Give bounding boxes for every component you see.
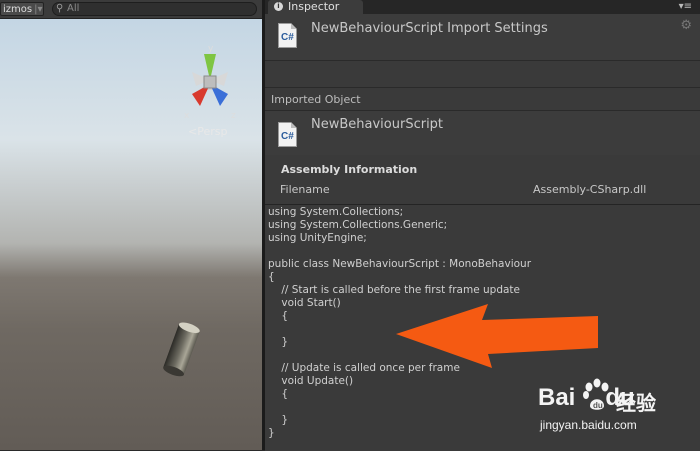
svg-text:du: du: [593, 401, 603, 410]
watermark-brand-left: Bai: [538, 384, 576, 411]
baidu-watermark: Bai du du 经验 jingyan.baidu.com: [538, 376, 698, 446]
watermark-url: jingyan.baidu.com: [540, 418, 637, 432]
watermark-chinese: 经验: [616, 391, 656, 415]
baidu-paw-icon: du: [583, 378, 609, 410]
